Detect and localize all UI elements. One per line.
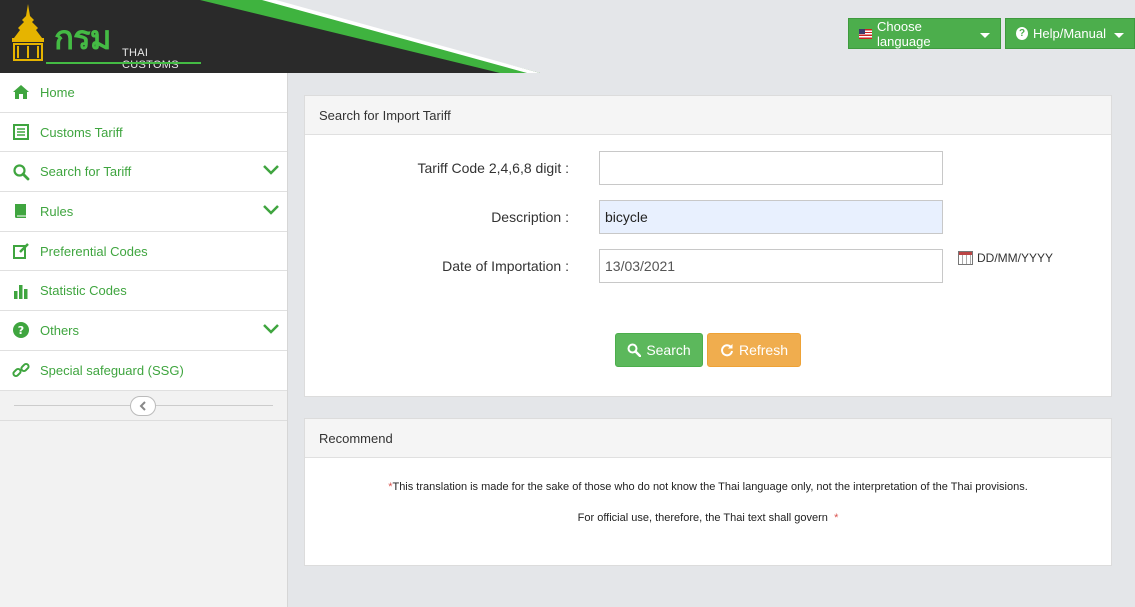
sidebar-item-label: Special safeguard (SSG) bbox=[40, 362, 184, 378]
description-label: Description : bbox=[491, 209, 569, 225]
edit-icon bbox=[12, 242, 30, 260]
thai-customs-logo[interactable]: กรมศุลกากร THAI CUSTOMS bbox=[6, 2, 206, 73]
panel-title: Search for Import Tariff bbox=[305, 96, 1111, 135]
logo-english-text: THAI CUSTOMS bbox=[122, 47, 179, 71]
refresh-button-label: Refresh bbox=[738, 342, 789, 358]
sidebar-item-others[interactable]: ? Others bbox=[0, 311, 287, 351]
question-icon: ? bbox=[12, 321, 30, 339]
sidebar-item-label: Others bbox=[40, 322, 80, 338]
choose-language-button[interactable]: Choose language bbox=[848, 18, 1001, 49]
bar-chart-icon bbox=[12, 282, 30, 300]
chevron-down-icon bbox=[263, 205, 279, 215]
sidebar-item-preferential-codes[interactable]: Preferential Codes bbox=[0, 231, 287, 272]
link-icon bbox=[12, 361, 30, 379]
sidebar-item-customs-tariff[interactable]: Customs Tariff bbox=[0, 112, 287, 153]
sidebar: Home Customs Tariff Search for Tariff Ru… bbox=[0, 73, 288, 607]
chevron-down-icon bbox=[263, 165, 279, 176]
help-manual-label: Help/Manual bbox=[1033, 26, 1106, 41]
official-use-notice: For official use, therefore, the Thai te… bbox=[305, 512, 1111, 524]
sidebar-item-label: Preferential Codes bbox=[40, 243, 148, 259]
required-star: * bbox=[834, 512, 839, 524]
official-use-text: For official use, therefore, the Thai te… bbox=[577, 512, 828, 524]
refresh-icon bbox=[721, 344, 733, 357]
sidebar-item-label: Statistic Codes bbox=[40, 283, 127, 299]
sidebar-item-label: Home bbox=[40, 84, 75, 100]
temple-crown-icon bbox=[12, 4, 44, 61]
search-button-label: Search bbox=[646, 342, 691, 358]
us-flag-icon bbox=[859, 28, 873, 39]
calendar-icon[interactable] bbox=[958, 251, 973, 265]
search-button[interactable]: Search bbox=[615, 333, 703, 367]
sidebar-item-statistic-codes[interactable]: Statistic Codes bbox=[0, 271, 287, 312]
book-icon bbox=[12, 202, 30, 220]
list-icon bbox=[12, 123, 30, 141]
search-icon bbox=[627, 343, 642, 357]
tariff-code-label: Tariff Code 2,4,6,8 digit : bbox=[417, 160, 570, 176]
sidebar-collapse-button[interactable] bbox=[130, 395, 156, 416]
logo-underline bbox=[46, 62, 201, 64]
chevron-left-icon bbox=[139, 400, 146, 411]
search-icon bbox=[12, 163, 30, 181]
sidebar-item-label: Rules bbox=[40, 203, 74, 219]
date-of-importation-label: Date of Importation : bbox=[442, 258, 569, 274]
home-icon bbox=[12, 83, 30, 101]
sidebar-item-special-safeguard[interactable]: Special safeguard (SSG) bbox=[0, 350, 287, 391]
tariff-code-input[interactable] bbox=[599, 151, 943, 185]
refresh-button[interactable]: Refresh bbox=[707, 333, 801, 367]
sidebar-item-home[interactable]: Home bbox=[0, 73, 287, 113]
date-of-importation-input[interactable]: 13/03/2021 bbox=[599, 249, 943, 283]
translation-notice: *This translation is made for the sake o… bbox=[305, 481, 1111, 493]
recommend-panel: Recommend *This translation is made for … bbox=[304, 418, 1112, 566]
panel-title: Recommend bbox=[305, 419, 1111, 458]
sidebar-item-rules[interactable]: Rules bbox=[0, 192, 287, 232]
translation-notice-text: This translation is made for the sake of… bbox=[392, 481, 1028, 493]
help-manual-button[interactable]: ? Help/Manual bbox=[1005, 18, 1135, 49]
choose-language-label: Choose language bbox=[877, 18, 931, 49]
question-circle-icon: ? bbox=[1016, 27, 1028, 40]
search-import-tariff-panel: Search for Import Tariff Tariff Code 2,4… bbox=[304, 95, 1112, 397]
svg-text:?: ? bbox=[18, 324, 24, 337]
sidebar-item-search-for-tariff[interactable]: Search for Tariff bbox=[0, 152, 287, 193]
chevron-down-icon bbox=[263, 324, 279, 334]
date-format-hint: DD/MM/YYYY bbox=[958, 251, 1053, 265]
sidebar-item-label: Search for Tariff bbox=[40, 164, 132, 180]
top-header: กรมศุลกากร THAI CUSTOMS Choose language … bbox=[0, 0, 1135, 73]
date-format-text: DD/MM/YYYY bbox=[977, 251, 1054, 265]
caret-down-icon bbox=[1114, 32, 1124, 38]
description-input[interactable]: bicycle bbox=[599, 200, 943, 234]
sidebar-collapse-row bbox=[0, 390, 287, 421]
sidebar-item-label: Customs Tariff bbox=[40, 124, 123, 140]
caret-down-icon bbox=[980, 32, 990, 38]
